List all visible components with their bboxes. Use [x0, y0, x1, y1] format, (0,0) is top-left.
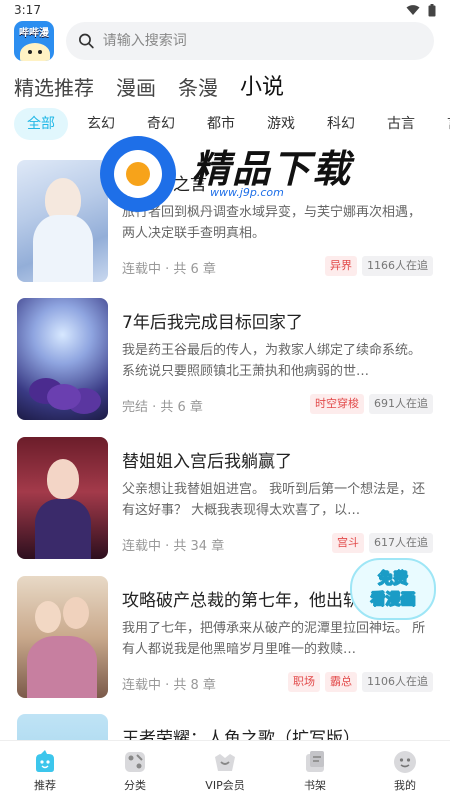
book-tags: 异界 1166人在追	[325, 256, 433, 276]
book-cover[interactable]	[17, 576, 108, 698]
vip-icon	[212, 749, 238, 775]
readers-count: 617人在追	[369, 533, 433, 553]
main-tabs: 精选推荐 漫画 条漫 小说	[14, 66, 284, 102]
book-status: 完结 · 共 6 章	[122, 400, 203, 415]
genre-all[interactable]: 全部	[14, 108, 68, 140]
status-bar: 3:17	[0, 0, 450, 20]
book-tags: 时空穿梭 691人在追	[310, 394, 433, 414]
book-tags: 宫斗 617人在追	[332, 533, 433, 553]
book-list: 原初神之言 旅行者回到枫丹调查水域异变，与芙宁娜再次相遇，两人决定联手查明真相。…	[0, 154, 450, 740]
book-cover[interactable]	[17, 160, 108, 282]
category-icon	[122, 749, 148, 775]
watermark-logo: 精品下载 www.j9p.com	[100, 130, 370, 212]
genre-tag: 时空穿梭	[310, 394, 364, 414]
search-box[interactable]	[66, 22, 434, 60]
bookshelf-icon	[302, 749, 328, 775]
nav-label: 推荐	[34, 778, 56, 792]
nav-category[interactable]: 分类	[90, 741, 180, 800]
header: 哔哔漫	[14, 20, 434, 62]
book-cover[interactable]	[17, 298, 108, 420]
watermark-url: www.j9p.com	[210, 186, 284, 199]
app-logo-text: 哔哔漫	[19, 28, 49, 39]
book-description: 父亲想让我替姐姐进宫。 我听到后第一个想法是，还有这好事？ 大概我表现得太欢喜了…	[122, 482, 426, 518]
app-logo[interactable]: 哔哔漫	[14, 21, 54, 61]
book-card[interactable]: 7年后我完成目标回家了 我是药王谷最后的传人，为救家人绑定了续命系统。 系统说只…	[17, 298, 433, 420]
tab-featured[interactable]: 精选推荐	[14, 74, 94, 102]
watermark-badge-icon	[100, 136, 176, 212]
nav-label: 分类	[124, 778, 146, 792]
book-card[interactable]: 王者荣耀：人鱼之歌（扩写版）	[17, 714, 433, 740]
free-badge-line2: 看漫画	[370, 590, 416, 609]
profile-icon	[392, 749, 418, 775]
free-badge-line1: 免费	[377, 569, 409, 588]
genre-tag: 职场	[288, 672, 320, 692]
book-title: 替姐姐入宫后我躺赢了	[122, 452, 292, 472]
book-description: 我用了七年，把傅承来从破产的泥潭里拉回神坛。 所有人都说我是他黑暗岁月里唯一的救…	[122, 621, 426, 657]
nav-bookshelf[interactable]: 书架	[270, 741, 360, 800]
readers-count: 1166人在追	[362, 256, 433, 276]
book-title: 7年后我完成目标回家了	[122, 313, 303, 333]
book-cover[interactable]	[17, 714, 108, 740]
nav-label: 书架	[304, 778, 326, 792]
book-title: 王者荣耀：人鱼之歌（扩写版）	[122, 729, 360, 740]
book-description: 我是药王谷最后的传人，为救家人绑定了续命系统。 系统说只要照顾镇北王萧执和他病弱…	[122, 343, 422, 379]
wifi-icon	[406, 5, 420, 15]
book-card[interactable]: 替姐姐入宫后我躺赢了 父亲想让我替姐姐进宫。 我听到后第一个想法是，还有这好事？…	[17, 437, 433, 559]
genre-tag: 异界	[325, 256, 357, 276]
genre-more[interactable]: 言	[434, 108, 450, 140]
genre-ancient-romance[interactable]: 古言	[374, 108, 428, 140]
tab-webtoon[interactable]: 条漫	[178, 74, 218, 102]
tab-comics[interactable]: 漫画	[116, 74, 156, 102]
book-status: 连载中 · 共 34 章	[122, 539, 225, 554]
genre-tag: 霸总	[325, 672, 357, 692]
bottom-nav: 推荐 分类 VIP会员 书架 我的	[0, 740, 450, 800]
search-input[interactable]	[102, 33, 422, 49]
battery-icon	[428, 3, 436, 16]
readers-count: 1106人在追	[362, 672, 433, 692]
book-status: 连载中 · 共 6 章	[122, 262, 216, 277]
genre-tag: 宫斗	[332, 533, 364, 553]
readers-count: 691人在追	[369, 394, 433, 414]
nav-label: VIP会员	[205, 778, 245, 792]
app-logo-mascot	[20, 43, 50, 61]
book-tags: 职场 霸总 1106人在追	[288, 672, 433, 692]
nav-recommend[interactable]: 推荐	[0, 741, 90, 800]
nav-label: 我的	[394, 778, 416, 792]
status-time: 3:17	[14, 3, 41, 17]
book-cover[interactable]	[17, 437, 108, 559]
nav-vip[interactable]: VIP会员	[180, 741, 270, 800]
tab-novels[interactable]: 小说	[240, 74, 284, 102]
nav-profile[interactable]: 我的	[360, 741, 450, 800]
recommend-icon	[32, 749, 58, 775]
search-icon	[79, 33, 94, 49]
book-status: 连载中 · 共 8 章	[122, 678, 216, 693]
free-comics-float-button[interactable]: 免费 看漫画	[350, 558, 436, 620]
status-icons	[406, 3, 436, 17]
watermark-text: 精品下载	[192, 147, 353, 191]
